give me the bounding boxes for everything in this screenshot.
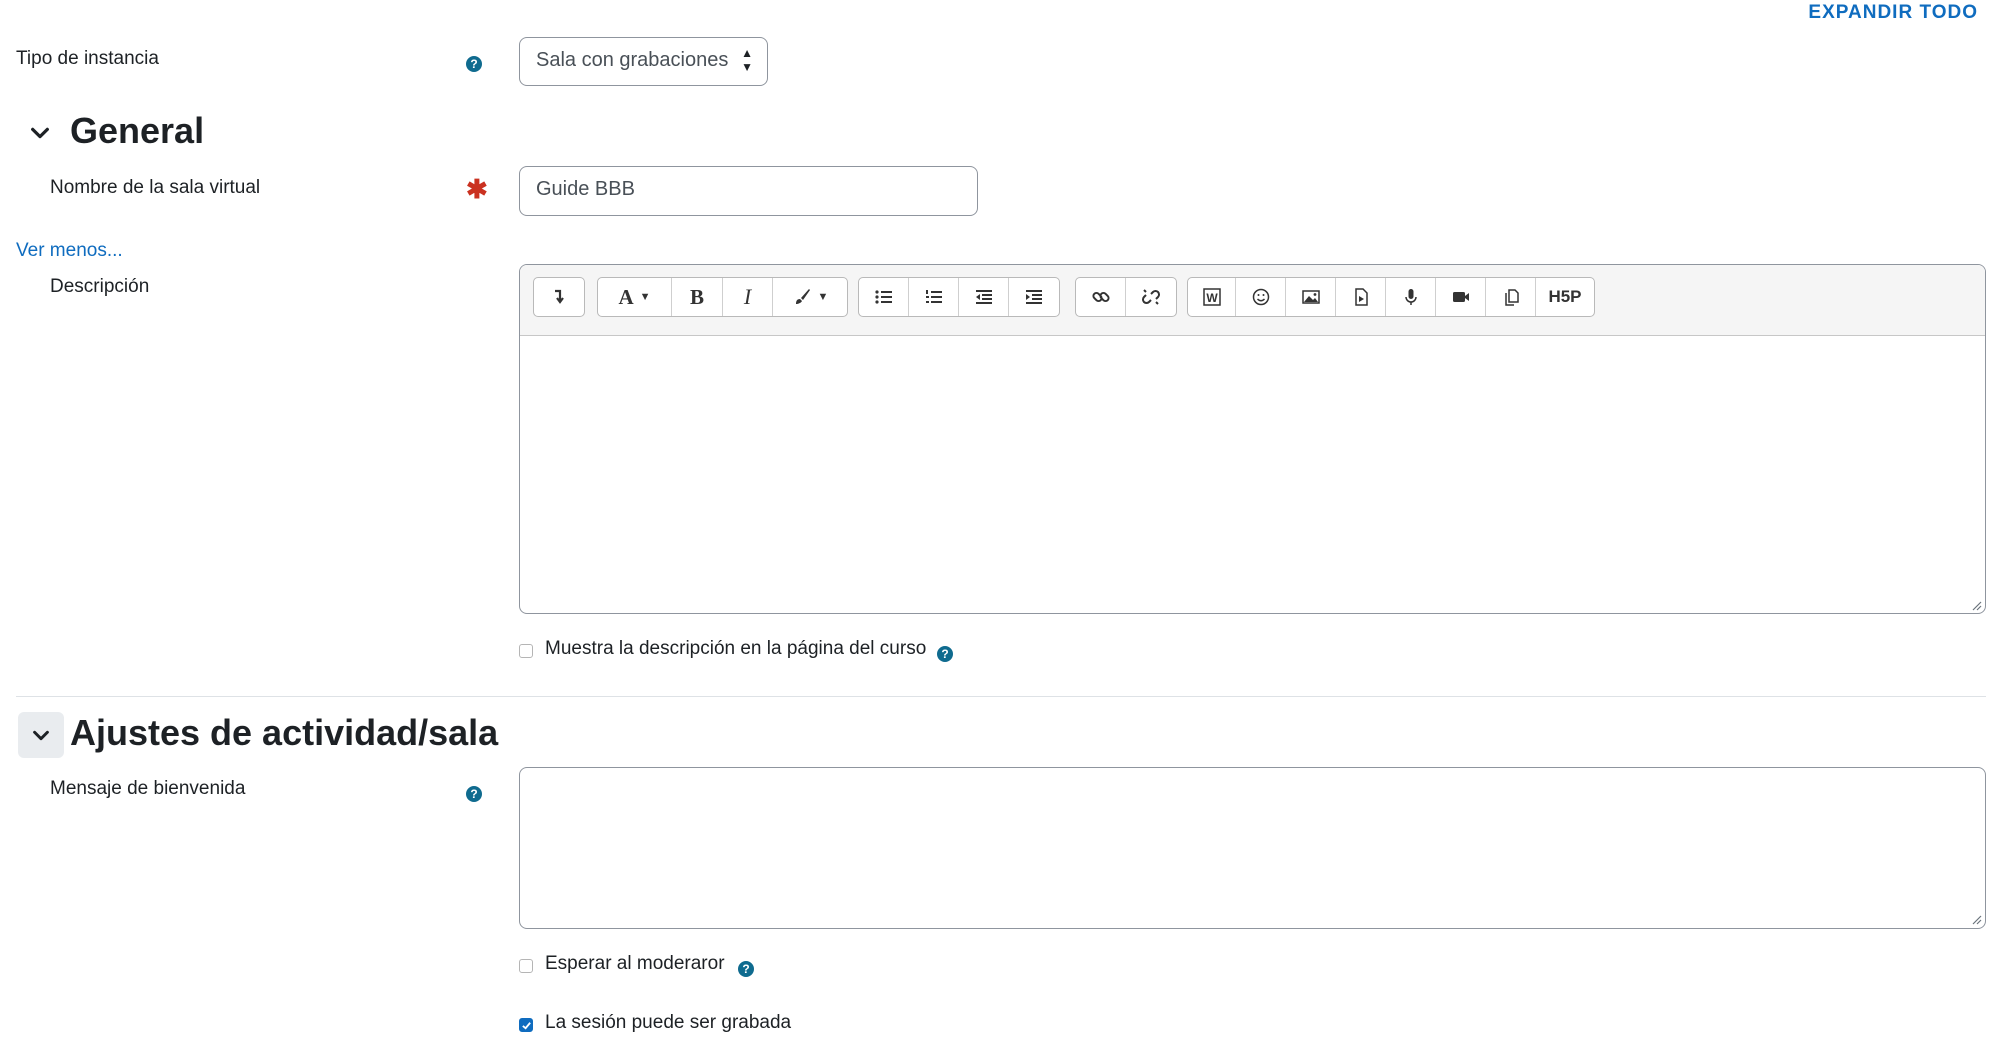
indent-button[interactable] (1009, 278, 1059, 316)
activity-section-title: Ajustes de actividad/sala (70, 712, 499, 753)
description-label: Descripción (50, 276, 150, 297)
media-button[interactable] (1336, 278, 1386, 316)
brush-icon (795, 289, 810, 304)
outdent-button[interactable] (959, 278, 1009, 316)
recordable-checkbox[interactable] (519, 1018, 533, 1032)
toolbar-group-links (1075, 277, 1177, 317)
outdent-icon (975, 290, 992, 304)
ordered-list-button[interactable] (909, 278, 959, 316)
editor-toolbar: A ▼ B I ▼ W H5P (520, 265, 1985, 336)
font-button[interactable]: A ▼ (598, 278, 672, 316)
toolbar-group-lists (858, 277, 1060, 317)
room-name-input[interactable]: Guide BBB (519, 166, 978, 216)
link-button[interactable] (1076, 278, 1126, 316)
italic-button[interactable]: I (723, 278, 773, 316)
instance-type-help-icon[interactable]: ? (466, 56, 482, 72)
room-name-label: Nombre de la sala virtual (50, 177, 261, 198)
image-button[interactable] (1286, 278, 1336, 316)
resize-handle-icon[interactable] (1970, 599, 1982, 611)
welcome-message-help-icon[interactable]: ? (466, 786, 482, 802)
show-description-checkbox[interactable] (519, 644, 533, 658)
instance-type-label: Tipo de instancia (16, 48, 159, 69)
toolbar-group-style: A ▼ B I ▼ (597, 277, 848, 317)
show-more-button[interactable] (534, 278, 584, 316)
activity-collapse-toggle[interactable] (18, 712, 64, 758)
instance-type-value: Sala con grabaciones (536, 49, 729, 71)
wait-moderator-checkbox[interactable] (519, 959, 533, 973)
svg-text:W: W (1206, 291, 1218, 305)
welcome-message-label: Mensaje de bienvenida (50, 778, 246, 799)
wait-moderator-label: Esperar al moderaror (545, 953, 725, 974)
indent-icon (1026, 290, 1042, 304)
toolbar-group-more (533, 277, 585, 317)
description-editor: A ▼ B I ▼ W H5P (519, 264, 1986, 614)
numbered-list-icon (925, 290, 942, 303)
caret-down-icon: ▼ (817, 291, 829, 303)
manage-files-button[interactable] (1486, 278, 1536, 316)
video-camera-icon (1452, 292, 1469, 302)
required-icon: ✱ (466, 174, 488, 204)
image-icon (1301, 290, 1320, 304)
font-icon: A (618, 284, 634, 309)
expand-all-link[interactable]: EXPANDIR TODO (1808, 2, 1978, 24)
show-less-link[interactable]: Ver menos... (16, 240, 123, 262)
word-import-icon: W (1202, 288, 1221, 306)
unlink-icon (1141, 289, 1161, 305)
text-color-button[interactable]: ▼ (773, 278, 847, 316)
section-divider (16, 696, 1986, 697)
resize-handle-icon[interactable] (1970, 913, 1982, 925)
copy-files-icon (1504, 289, 1519, 306)
wait-moderator-help-icon[interactable]: ? (738, 961, 754, 977)
show-description-label: Muestra la descripción en la página del … (545, 638, 927, 659)
toolbar-group-insert: W H5P (1187, 277, 1595, 317)
emoticon-button[interactable] (1236, 278, 1286, 316)
unlink-button[interactable] (1126, 278, 1176, 316)
select-arrows-icon: ▲ ▼ (741, 46, 753, 74)
link-icon (1091, 291, 1110, 303)
record-audio-button[interactable] (1386, 278, 1436, 316)
show-description-help-icon[interactable]: ? (937, 646, 953, 662)
bold-icon: B (689, 284, 704, 309)
caret-down-icon: ▼ (639, 291, 651, 303)
h5p-icon: H5P (1548, 287, 1582, 306)
recordable-label: La sesión puede ser grabada (545, 1012, 792, 1033)
instance-type-select[interactable]: Sala con grabaciones ▲ ▼ (519, 37, 768, 86)
welcome-message-textarea[interactable] (519, 767, 1986, 929)
record-video-button[interactable] (1436, 278, 1486, 316)
unordered-list-button[interactable] (859, 278, 909, 316)
general-section-title: General (70, 110, 205, 151)
chevron-down-icon (33, 730, 49, 741)
word-import-button[interactable]: W (1188, 278, 1236, 316)
smiley-icon (1252, 288, 1269, 306)
bullet-list-icon (874, 290, 892, 304)
general-collapse-toggle[interactable] (20, 113, 60, 153)
bold-button[interactable]: B (672, 278, 723, 316)
media-file-icon (1354, 288, 1368, 306)
chevron-down-icon (31, 127, 49, 139)
description-editor-content[interactable] (520, 336, 1985, 613)
h5p-button[interactable]: H5P (1536, 278, 1594, 316)
microphone-icon (1404, 289, 1417, 305)
checkmark-icon (521, 1021, 531, 1030)
show-more-icon (555, 289, 564, 304)
italic-icon: I (743, 284, 752, 309)
